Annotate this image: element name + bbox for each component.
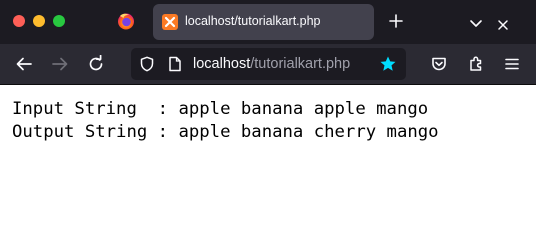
url-text[interactable]: localhost/tutorialkart.php	[193, 56, 350, 72]
window-zoom-button[interactable]	[53, 15, 65, 27]
navigation-toolbar: localhost/tutorialkart.php	[0, 44, 536, 84]
output-string-line: Output String : apple banana cherry mang…	[12, 122, 439, 142]
window-close-button[interactable]	[13, 15, 25, 27]
menu-icon[interactable]	[503, 55, 521, 73]
url-host: localhost	[193, 56, 251, 72]
page-content: Input String : apple banana apple mango …	[0, 85, 536, 236]
reload-icon[interactable]	[87, 54, 105, 73]
new-tab-icon[interactable]	[389, 14, 403, 28]
window-minimize-button[interactable]	[33, 15, 45, 27]
back-icon[interactable]	[15, 55, 33, 73]
url-bar[interactable]: localhost/tutorialkart.php	[131, 48, 406, 80]
browser-window: localhost/tutorialkart.php localhost/tut…	[0, 0, 536, 236]
forward-icon[interactable]	[51, 55, 69, 73]
page-icon[interactable]	[168, 56, 182, 72]
input-string-line: Input String : apple banana apple mango	[12, 99, 429, 119]
url-path: /tutorialkart.php	[250, 56, 351, 72]
tab-title: localhost/tutorialkart.php	[185, 14, 321, 28]
shield-icon[interactable]	[139, 56, 155, 72]
tab-active[interactable]: localhost/tutorialkart.php	[153, 4, 508, 40]
extensions-icon[interactable]	[467, 55, 485, 73]
chevron-down-icon[interactable]	[469, 16, 483, 27]
tab-close-icon[interactable]	[496, 18, 510, 32]
tab-strip: localhost/tutorialkart.php	[0, 0, 536, 44]
firefox-icon[interactable]	[117, 12, 135, 30]
pocket-icon[interactable]	[430, 55, 448, 73]
xampp-icon	[162, 14, 178, 30]
bookmark-star-icon[interactable]	[379, 55, 397, 73]
